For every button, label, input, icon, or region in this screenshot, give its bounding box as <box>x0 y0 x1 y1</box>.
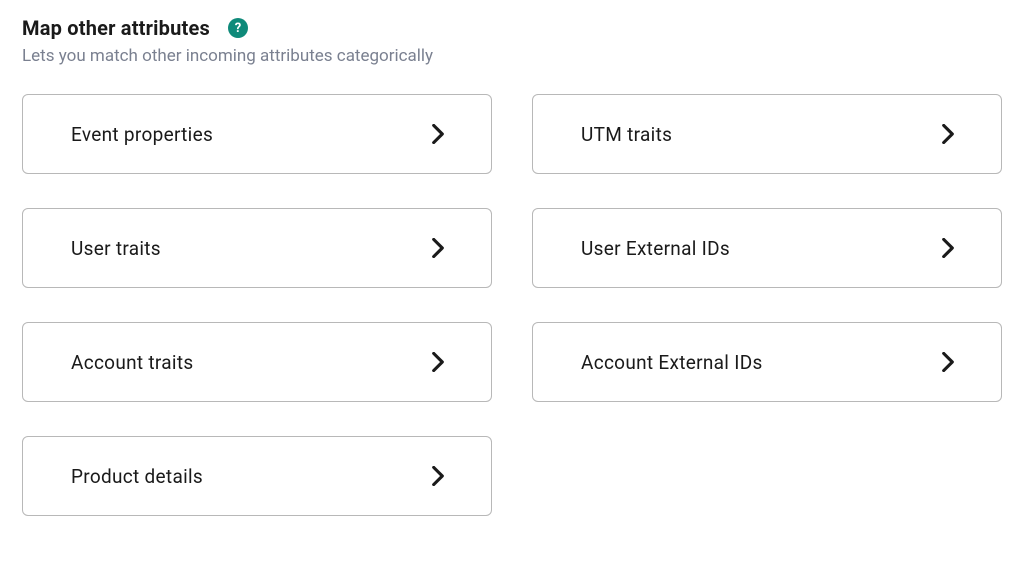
help-icon-glyph: ? <box>235 21 241 36</box>
chevron-right-icon <box>429 353 447 371</box>
card-event-properties[interactable]: Event properties <box>22 94 492 174</box>
help-icon[interactable]: ? <box>228 18 248 38</box>
card-account-external-ids[interactable]: Account External IDs <box>532 322 1002 402</box>
chevron-right-icon <box>429 125 447 143</box>
card-label: User traits <box>71 237 161 260</box>
card-label: Event properties <box>71 123 213 146</box>
card-label: User External IDs <box>581 237 730 260</box>
card-account-traits[interactable]: Account traits <box>22 322 492 402</box>
chevron-right-icon <box>429 239 447 257</box>
section-header: Map other attributes ? <box>22 16 1002 40</box>
attribute-card-grid: Event properties UTM traits User traits … <box>22 94 1002 516</box>
chevron-right-icon <box>429 467 447 485</box>
card-label: UTM traits <box>581 123 672 146</box>
chevron-right-icon <box>939 353 957 371</box>
section-title: Map other attributes <box>22 16 210 40</box>
card-user-external-ids[interactable]: User External IDs <box>532 208 1002 288</box>
chevron-right-icon <box>939 125 957 143</box>
card-user-traits[interactable]: User traits <box>22 208 492 288</box>
card-label: Product details <box>71 465 203 488</box>
chevron-right-icon <box>939 239 957 257</box>
section-subtitle: Lets you match other incoming attributes… <box>22 46 1002 66</box>
card-utm-traits[interactable]: UTM traits <box>532 94 1002 174</box>
card-label: Account traits <box>71 351 193 374</box>
card-product-details[interactable]: Product details <box>22 436 492 516</box>
card-label: Account External IDs <box>581 351 763 374</box>
